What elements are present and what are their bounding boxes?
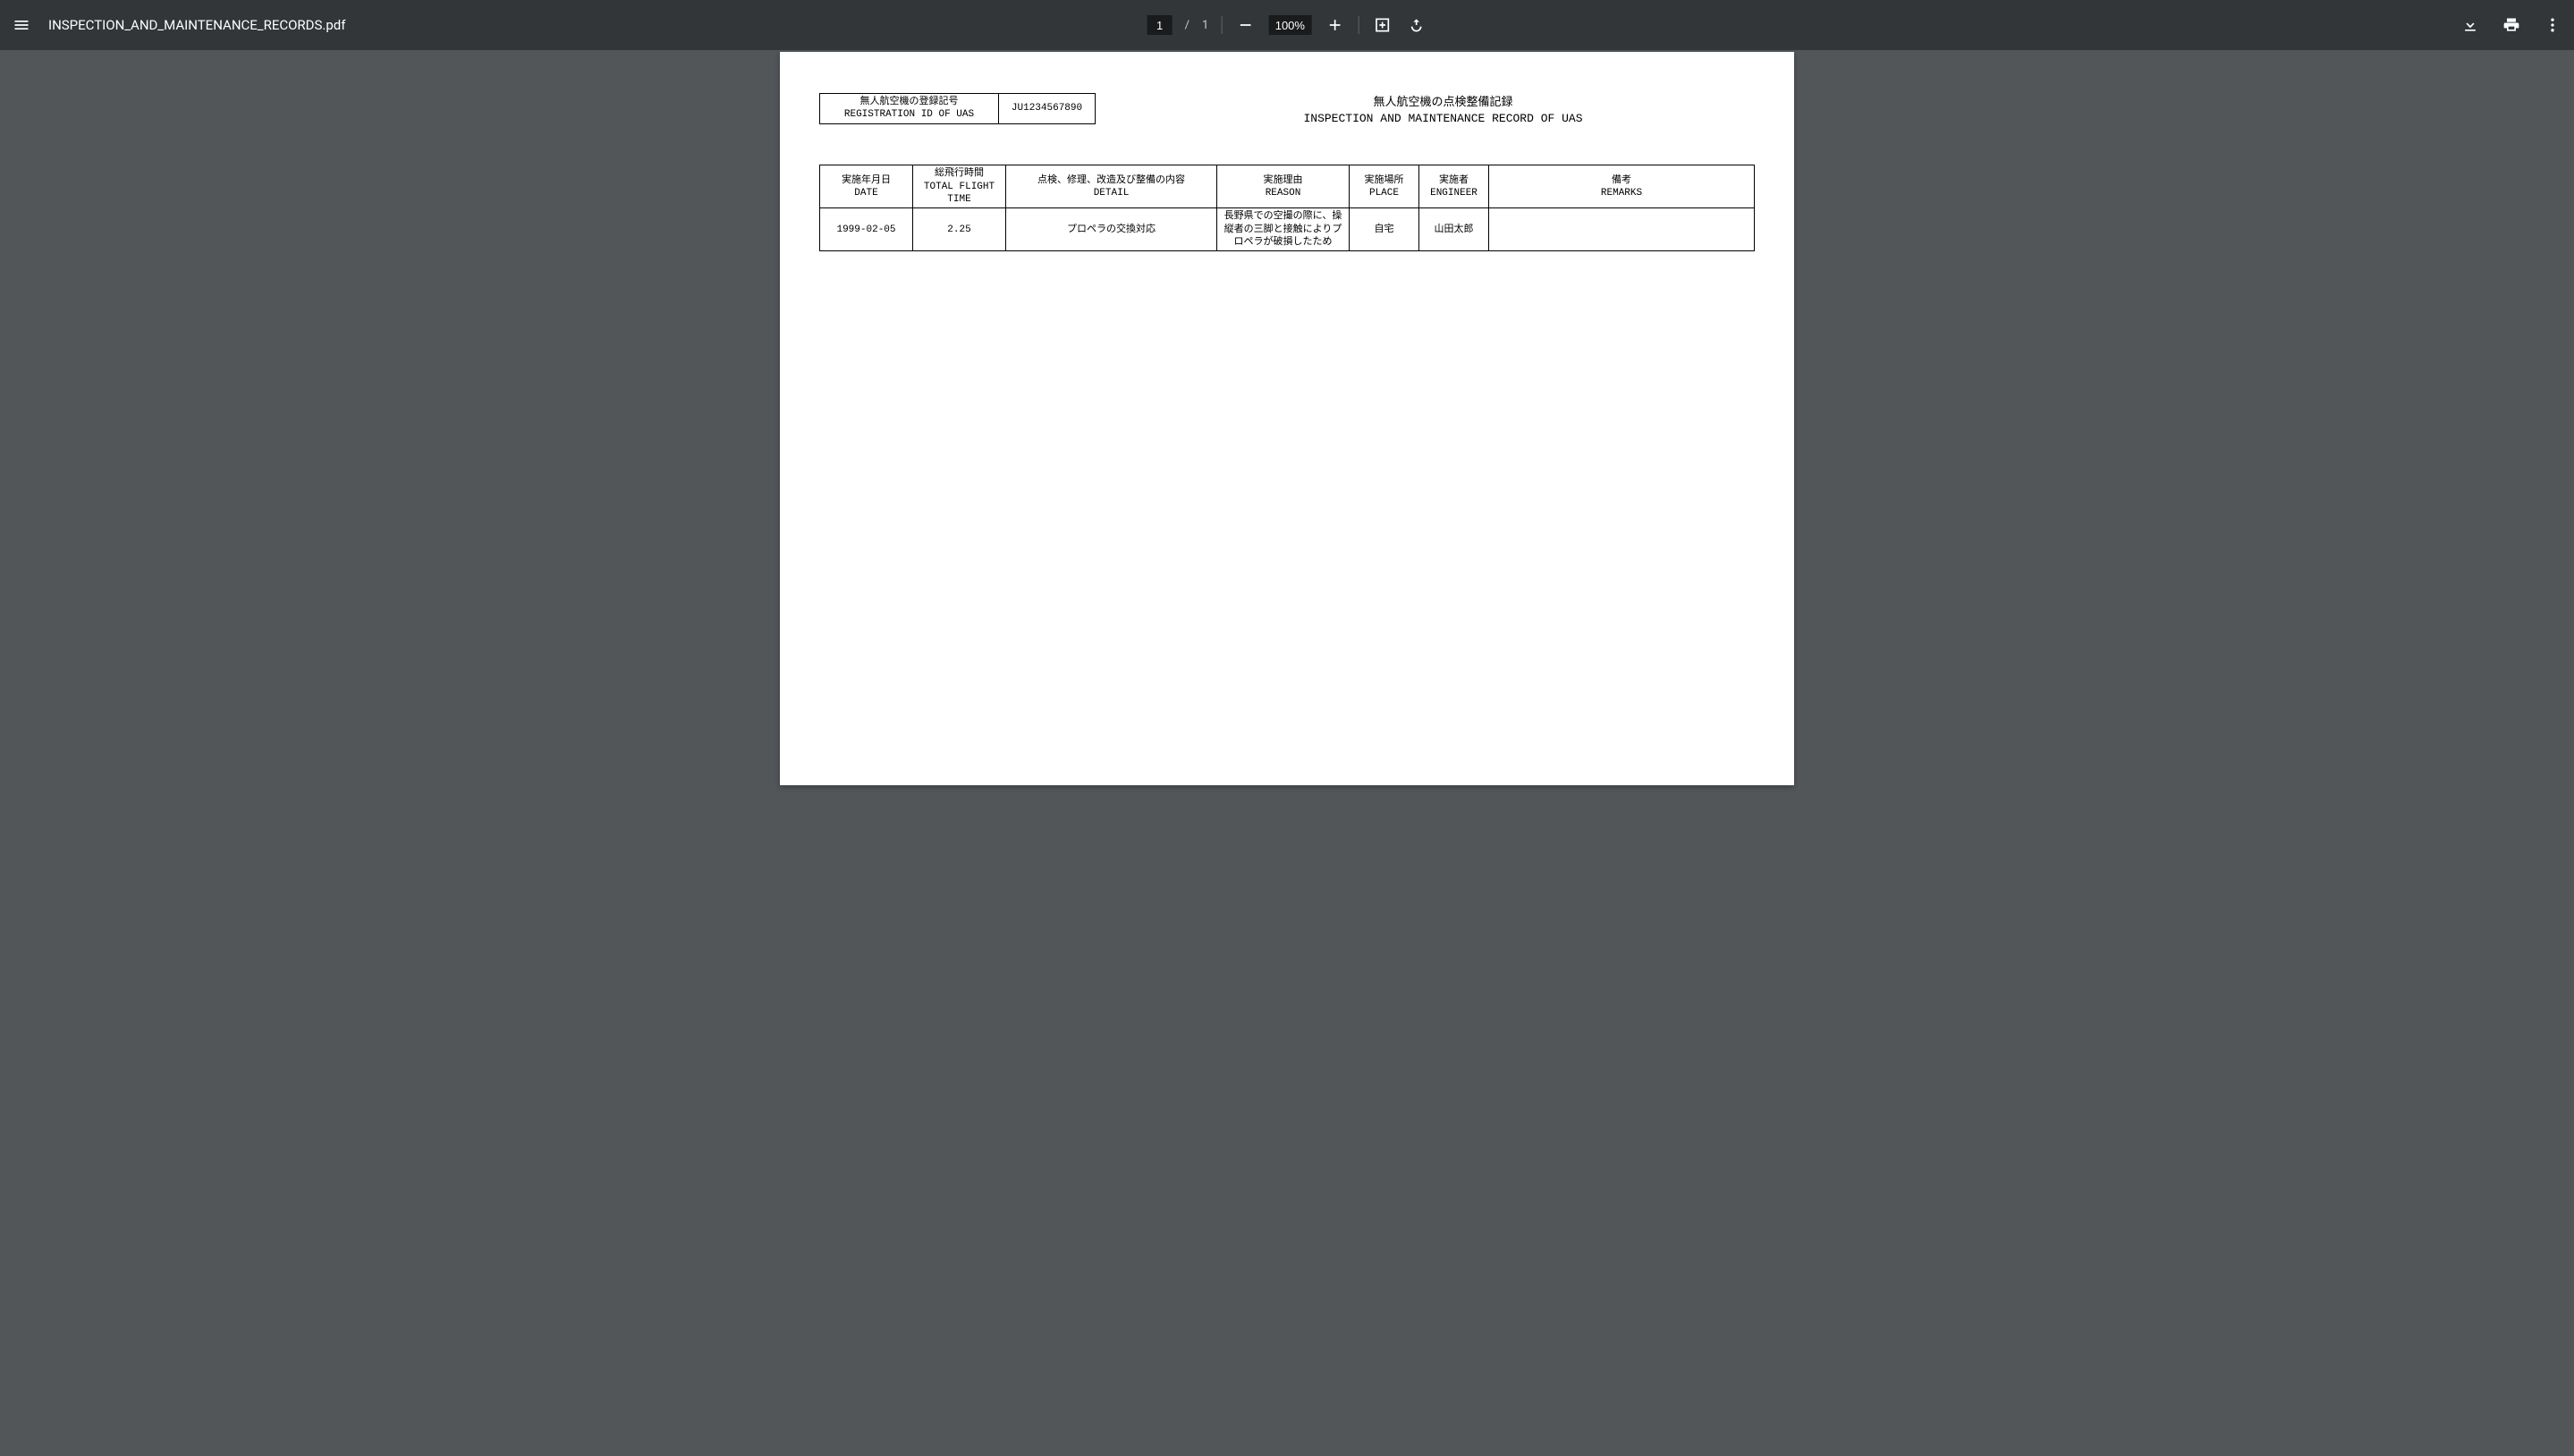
page-separator: / xyxy=(1185,19,1190,32)
cell-date: 1999-02-05 xyxy=(820,208,913,251)
th-reason-en: REASON xyxy=(1221,187,1345,199)
table-header-row: 実施年月日 DATE 総飛行時間 TOTAL FLIGHT TIME 点検、修理… xyxy=(820,165,1755,208)
registration-label-jp: 無人航空機の登録記号 xyxy=(829,96,989,108)
th-place-jp: 実施場所 xyxy=(1353,174,1415,187)
rotate-icon[interactable] xyxy=(1405,14,1427,36)
th-date: 実施年月日 DATE xyxy=(820,165,913,208)
header-row: 無人航空機の登録記号 REGISTRATION ID OF UAS JU1234… xyxy=(819,93,1755,127)
pdf-toolbar: INSPECTION_AND_MAINTENANCE_RECORDS.pdf /… xyxy=(0,0,2574,50)
th-time: 総飛行時間 TOTAL FLIGHT TIME xyxy=(913,165,1006,208)
page-number-input[interactable] xyxy=(1147,15,1173,35)
th-detail-jp: 点検、修理、改造及び整備の内容 xyxy=(1010,174,1213,187)
registration-label-cell: 無人航空機の登録記号 REGISTRATION ID OF UAS xyxy=(820,94,999,124)
toolbar-right xyxy=(2460,14,2563,36)
cell-engineer: 山田太郎 xyxy=(1419,208,1489,251)
th-detail-en: DETAIL xyxy=(1010,187,1213,199)
page-total: 1 xyxy=(1202,19,1208,32)
cell-place: 自宅 xyxy=(1350,208,1419,251)
th-date-jp: 実施年月日 xyxy=(824,174,909,187)
cell-time: 2.25 xyxy=(913,208,1006,251)
th-remarks: 備考 REMARKS xyxy=(1489,165,1755,208)
th-time-en: TOTAL FLIGHT TIME xyxy=(917,181,1002,207)
document-title: 無人航空機の点検整備記録 INSPECTION AND MAINTENANCE … xyxy=(1131,93,1755,127)
title-jp: 無人航空機の点検整備記録 xyxy=(1131,95,1755,111)
filename: INSPECTION_AND_MAINTENANCE_RECORDS.pdf xyxy=(48,17,345,33)
toolbar-center: / 1 xyxy=(1147,14,1427,36)
th-engineer: 実施者 ENGINEER xyxy=(1419,165,1489,208)
th-engineer-en: ENGINEER xyxy=(1423,187,1485,199)
divider xyxy=(1221,16,1222,34)
registration-value-cell: JU1234567890 xyxy=(999,94,1096,124)
page-viewport: 無人航空機の登録記号 REGISTRATION ID OF UAS JU1234… xyxy=(0,50,2574,785)
toolbar-left: INSPECTION_AND_MAINTENANCE_RECORDS.pdf xyxy=(11,14,345,36)
th-remarks-jp: 備考 xyxy=(1493,174,1750,187)
zoom-input[interactable] xyxy=(1268,15,1311,35)
th-engineer-jp: 実施者 xyxy=(1423,174,1485,187)
th-remarks-en: REMARKS xyxy=(1493,187,1750,199)
divider xyxy=(1358,16,1359,34)
more-icon[interactable] xyxy=(2542,14,2563,36)
print-icon[interactable] xyxy=(2501,14,2522,36)
th-place-en: PLACE xyxy=(1353,187,1415,199)
th-place: 実施場所 PLACE xyxy=(1350,165,1419,208)
zoom-in-icon[interactable] xyxy=(1324,14,1345,36)
zoom-out-icon[interactable] xyxy=(1234,14,1256,36)
title-en: INSPECTION AND MAINTENANCE RECORD OF UAS xyxy=(1131,111,1755,127)
registration-label-en: REGISTRATION ID OF UAS xyxy=(829,108,989,121)
cell-detail: プロペラの交換対応 xyxy=(1006,208,1217,251)
pdf-page: 無人航空機の登録記号 REGISTRATION ID OF UAS JU1234… xyxy=(780,52,1794,785)
maintenance-table: 実施年月日 DATE 総飛行時間 TOTAL FLIGHT TIME 点検、修理… xyxy=(819,165,1755,251)
th-reason-jp: 実施理由 xyxy=(1221,174,1345,187)
th-detail: 点検、修理、改造及び整備の内容 DETAIL xyxy=(1006,165,1217,208)
registration-table: 無人航空機の登録記号 REGISTRATION ID OF UAS JU1234… xyxy=(819,93,1096,124)
cell-remarks xyxy=(1489,208,1755,251)
cell-reason: 長野県での空撮の際に、操縦者の三脚と接触によりプロペラが破損したため xyxy=(1217,208,1350,251)
fit-page-icon[interactable] xyxy=(1371,14,1393,36)
menu-icon[interactable] xyxy=(11,14,32,36)
table-row: 1999-02-05 2.25 プロペラの交換対応 長野県での空撮の際に、操縦者… xyxy=(820,208,1755,251)
download-icon[interactable] xyxy=(2460,14,2481,36)
th-time-jp: 総飛行時間 xyxy=(917,167,1002,180)
th-reason: 実施理由 REASON xyxy=(1217,165,1350,208)
th-date-en: DATE xyxy=(824,187,909,199)
